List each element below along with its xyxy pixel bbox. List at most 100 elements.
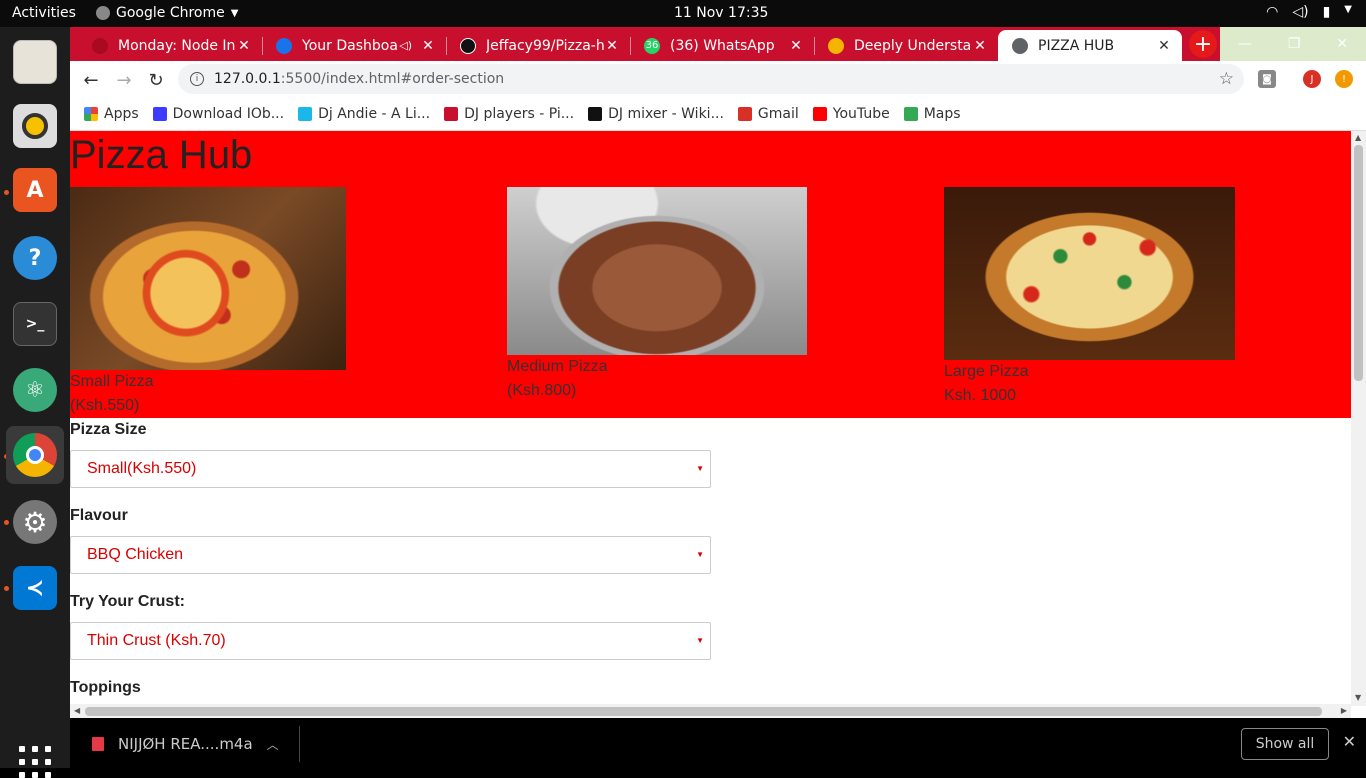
dock-software[interactable]: A	[6, 161, 64, 219]
show-applications-icon[interactable]	[19, 746, 51, 778]
settings-gear-icon: ⚙	[13, 500, 57, 544]
dock-atom[interactable]: ⚛	[6, 361, 64, 419]
dropdown-arrow-icon: ▼	[696, 464, 704, 473]
bookmark-star-icon[interactable]: ☆	[1219, 69, 1234, 89]
close-window-icon[interactable]: ✕	[1336, 36, 1348, 52]
reload-button[interactable]: ↻	[145, 69, 167, 91]
bookmark-apps[interactable]: Apps	[84, 106, 139, 122]
tab-title: Deeply Understa	[854, 37, 972, 54]
bookmark-dj-players[interactable]: DJ players - Pi...	[444, 106, 574, 122]
update-alert-icon[interactable]: !	[1335, 70, 1353, 88]
tab-github[interactable]: Jeffacy99/Pizza-h ✕	[446, 30, 630, 61]
files-icon	[13, 40, 57, 84]
large-pizza-name: Large Pizza	[944, 363, 1029, 380]
dock-files[interactable]	[6, 33, 64, 91]
download-item[interactable]: NIJJØH REA....m4a ︿	[92, 735, 279, 753]
hero-section: Pizza Hub Small Pizza (Ksh.550) Medium P…	[70, 131, 1351, 418]
close-icon[interactable]: ✕	[972, 38, 988, 54]
tab-title: Jeffacy99/Pizza-h	[486, 37, 604, 54]
close-icon[interactable]: ✕	[788, 38, 804, 54]
horizontal-scrollbar[interactable]: ◀ ▶	[70, 704, 1351, 718]
bookmark-dj-mixer[interactable]: DJ mixer - Wiki...	[588, 106, 724, 122]
new-tab-button[interactable]: +	[1189, 30, 1217, 58]
scroll-left-icon[interactable]: ◀	[74, 706, 80, 715]
activities-button[interactable]: Activities	[12, 5, 76, 21]
battery-icon: ▮	[1322, 4, 1331, 20]
close-icon[interactable]: ✕	[604, 38, 620, 54]
large-pizza-price: Ksh. 1000	[944, 387, 1017, 404]
bookmark-gmail[interactable]: Gmail	[737, 106, 799, 122]
bookmark-label: DJ mixer - Wiki...	[608, 105, 724, 122]
page-viewport: Pizza Hub Small Pizza (Ksh.550) Medium P…	[70, 131, 1351, 706]
dock-chrome[interactable]	[6, 426, 64, 484]
dock: A ? >_ ⚛ ⚙ ≺	[0, 27, 70, 778]
back-button[interactable]: ←	[80, 69, 102, 91]
show-all-button[interactable]: Show all	[1241, 728, 1329, 760]
flavour-select[interactable]: BBQ Chicken ▼	[70, 536, 711, 574]
tab-dashboard[interactable]: Your Dashboa ◁) ✕	[262, 30, 446, 61]
bookmark-dj-andie[interactable]: Dj Andie - A Li...	[298, 106, 430, 122]
tab-monday[interactable]: Monday: Node In ✕	[78, 30, 262, 61]
chevron-down-icon: ▼	[230, 7, 239, 19]
software-center-icon: A	[13, 168, 57, 212]
tab-pizza-hub[interactable]: PIZZA HUB ✕	[998, 30, 1182, 61]
volume-icon: ◁)	[1292, 4, 1309, 20]
tab-deeply[interactable]: Deeply Understa ✕	[814, 30, 998, 61]
bookmark-download-iob[interactable]: Download IOb...	[152, 105, 285, 122]
chevron-up-icon[interactable]: ︿	[267, 736, 279, 753]
bookmark-youtube[interactable]: YouTube	[812, 105, 890, 122]
app-menu-label: Google Chrome	[116, 5, 225, 21]
maximize-icon[interactable]: ❐	[1288, 36, 1301, 52]
dock-help[interactable]: ?	[6, 229, 64, 287]
wikipedia-icon	[588, 106, 603, 121]
bookmark-label: Download IOb...	[172, 105, 285, 122]
bookmark-label: YouTube	[832, 105, 890, 122]
dock-rhythmbox[interactable]	[6, 97, 64, 155]
pizza-size-value: Small(Ksh.550)	[87, 460, 197, 477]
dock-terminal[interactable]: >_	[6, 295, 64, 353]
tab-whatsapp[interactable]: 36 (36) WhatsApp ✕	[630, 30, 814, 61]
chrome-small-icon	[96, 6, 110, 20]
youtube-icon	[812, 106, 827, 121]
vscode-icon: ≺	[13, 566, 57, 610]
crust-select[interactable]: Thin Crust (Ksh.70) ▼	[70, 622, 711, 660]
iobit-icon	[152, 106, 167, 121]
minimize-icon[interactable]: —	[1238, 36, 1252, 52]
system-tray[interactable]: ◠ ◁) ▮ ▼	[1266, 4, 1352, 20]
tab-strip: Monday: Node In ✕ Your Dashboa ◁) ✕ Jeff…	[70, 27, 1366, 61]
tab-title: Monday: Node In	[118, 37, 236, 54]
camera-extension-icon[interactable]: ◙	[1258, 70, 1276, 88]
wifi-icon: ◠	[1266, 4, 1279, 20]
dock-settings[interactable]: ⚙	[6, 493, 64, 551]
maps-icon	[903, 106, 918, 121]
scroll-right-icon[interactable]: ▶	[1341, 706, 1347, 715]
download-filename: NIJJØH REA....m4a	[118, 735, 253, 753]
close-icon[interactable]: ✕	[420, 38, 436, 54]
audio-icon[interactable]: ◁)	[399, 39, 412, 52]
url-host: 127.0.0.1	[214, 71, 281, 87]
app-menu[interactable]: Google Chrome ▼	[96, 5, 238, 21]
clock[interactable]: 11 Nov 17:35	[674, 5, 768, 21]
dock-vscode[interactable]: ≺	[6, 559, 64, 617]
scroll-up-icon[interactable]: ▲	[1355, 133, 1361, 142]
audio-file-icon	[92, 737, 104, 751]
close-icon[interactable]: ✕	[1156, 38, 1172, 54]
scrollbar-thumb[interactable]	[85, 707, 1322, 716]
site-info-icon[interactable]: i	[190, 72, 204, 86]
pizza-size-select[interactable]: Small(Ksh.550) ▼	[70, 450, 711, 488]
chrome-icon	[13, 433, 57, 477]
bookmark-maps[interactable]: Maps	[903, 106, 961, 122]
tab-favicon-icon	[276, 37, 292, 54]
scrollbar-thumb[interactable]	[1354, 145, 1363, 381]
vertical-scrollbar[interactable]: ▲ ▼	[1351, 131, 1366, 706]
toppings-label: Toppings	[70, 679, 141, 696]
close-icon[interactable]: ✕	[1343, 732, 1356, 751]
address-bar[interactable]: i 127.0.0.1 :5500/index.html#order-secti…	[178, 64, 1244, 94]
profile-avatar[interactable]: J	[1303, 70, 1321, 88]
forward-button[interactable]: →	[113, 69, 135, 91]
close-icon[interactable]: ✕	[236, 38, 252, 54]
bookmarks-bar: Apps Download IOb... Dj Andie - A Li... …	[70, 97, 1366, 131]
bookmark-label: Apps	[104, 105, 139, 122]
scroll-down-icon[interactable]: ▼	[1355, 693, 1361, 702]
globe-icon	[1012, 37, 1028, 54]
